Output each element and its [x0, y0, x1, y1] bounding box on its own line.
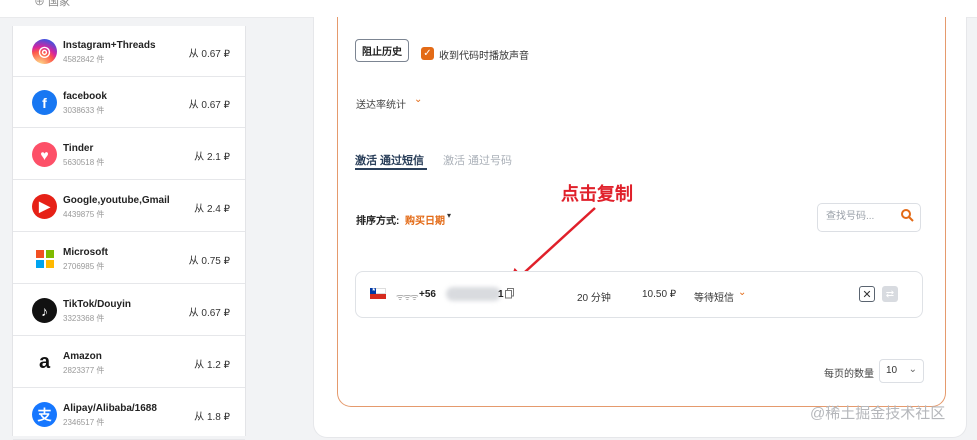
repeat-order-button[interactable]: ⇄: [882, 286, 898, 302]
service-item-alipay[interactable]: 支 Alipay/Alibaba/1688 2346517 件 从 1.8 ₽: [13, 389, 245, 440]
service-price: 从 0.67 ₽: [188, 308, 230, 319]
service-item-tinder[interactable]: ♥ Tinder 5630518 件 从 2.1 ₽: [13, 129, 245, 180]
service-count: 2823377 件: [63, 366, 105, 375]
search-input[interactable]: [824, 210, 898, 223]
watermark: @稀土掘金技术社区: [810, 405, 946, 422]
order-duration: 20 分钟: [577, 293, 611, 304]
service-item-tiktok[interactable]: ♪ TikTok/Douyin 3323368 件 从 0.67 ₽: [13, 285, 245, 336]
instagram-icon: ◎: [32, 39, 57, 64]
service-price: 从 1.8 ₽: [194, 412, 230, 423]
order-row: ★ ᯤᯤᯤ +56 1 20 分钟 10.50 ₽ 等待短信 ⌄ ✕ ⇄: [355, 271, 923, 318]
breadcrumb[interactable]: ⊕ 国家: [34, 0, 70, 9]
service-item-facebook[interactable]: f facebook 3038633 件 从 0.67 ₽: [13, 77, 245, 128]
phone-number-redacted[interactable]: [446, 287, 501, 301]
chevron-down-icon: ⌄: [908, 364, 917, 375]
sort-label: 排序方式:: [356, 216, 400, 227]
sound-checkbox[interactable]: ✓: [421, 47, 434, 60]
service-count: 5630518 件: [63, 158, 105, 167]
service-name: Amazon: [63, 351, 102, 362]
amazon-icon: a: [32, 350, 57, 375]
tab-activate-number[interactable]: 激活 通过号码: [443, 152, 512, 168]
service-count: 4439875 件: [63, 210, 105, 219]
cancel-order-button[interactable]: ✕: [859, 286, 875, 302]
service-list: ◎ Instagram+Threads 4582842 件从 0.67 ₽ f face…: [12, 26, 246, 440]
search-icon[interactable]: [900, 208, 914, 222]
chevron-down-icon[interactable]: ⌄: [414, 94, 422, 105]
service-item-microsoft[interactable]: Microsoft 2706985 件 从 0.75 ₽: [13, 233, 245, 284]
service-count: 3323368 件: [63, 314, 105, 323]
sound-checkbox-label: 收到代码时播放声音: [439, 51, 529, 62]
copy-icon[interactable]: [505, 288, 514, 299]
tiktok-icon: ♪: [32, 298, 57, 323]
service-price: 从 2.1 ₽: [194, 152, 230, 163]
service-name: Alipay/Alibaba/1688: [63, 403, 157, 414]
service-name: Microsoft: [63, 247, 108, 258]
service-item-google[interactable]: ▶ Google,youtube,Gmail 4439875 件 从 2.4 ₽: [13, 181, 245, 232]
phone-prefix[interactable]: +56: [419, 289, 436, 300]
signal-icon: ᯤᯤᯤ: [396, 292, 419, 302]
per-page-select[interactable]: 10 ⌄: [879, 359, 924, 383]
service-name: Tinder: [63, 143, 94, 154]
service-count: 3038633 件: [63, 106, 105, 115]
service-count: 2346517 件: [63, 418, 105, 427]
tinder-icon: ♥: [32, 142, 57, 167]
chile-flag-icon: ★: [370, 288, 386, 299]
microsoft-icon: [32, 246, 57, 271]
phone-suffix[interactable]: 1: [498, 289, 504, 300]
number-search[interactable]: [817, 203, 921, 232]
chevron-down-icon[interactable]: ⌄: [738, 287, 746, 298]
order-price: 10.50 ₽: [642, 289, 677, 300]
alipay-icon: 支: [32, 402, 57, 427]
service-price: 从 0.67 ₽: [188, 49, 230, 60]
per-page-value: 10: [886, 365, 898, 376]
google-icon: ▶: [32, 194, 57, 219]
service-price: 从 2.4 ₽: [194, 204, 230, 215]
service-count: 4582842 件: [63, 55, 105, 64]
service-price: 从 0.67 ₽: [188, 100, 230, 111]
service-name: facebook: [63, 91, 107, 102]
sort-dropdown[interactable]: 购买日期: [405, 212, 445, 227]
order-status[interactable]: 等待短信: [694, 289, 734, 304]
block-history-button[interactable]: 阻止历史: [355, 39, 409, 62]
tab-activate-sms[interactable]: 激活 通过短信: [355, 152, 424, 168]
service-name: Instagram+Threads: [63, 40, 156, 51]
per-page-label: 每页的数量: [824, 369, 874, 380]
service-price: 从 0.75 ₽: [188, 256, 230, 267]
service-price: 从 1.2 ₽: [194, 360, 230, 371]
service-count: 2706985 件: [63, 262, 105, 271]
caret-down-icon[interactable]: ▾: [447, 211, 451, 220]
delivery-stats-toggle[interactable]: 送达率统计: [356, 96, 406, 111]
service-name: TikTok/Douyin: [63, 299, 131, 310]
active-tab-indicator: [355, 168, 427, 170]
facebook-icon: f: [32, 90, 57, 115]
service-item-amazon[interactable]: a Amazon 2823377 件 从 1.2 ₽: [13, 337, 245, 388]
top-bar: ⊕ 国家: [0, 0, 977, 18]
service-name: Google,youtube,Gmail: [63, 195, 170, 206]
service-item-instagram[interactable]: ◎ Instagram+Threads 4582842 件 从 0.67 ₽: [13, 26, 245, 77]
